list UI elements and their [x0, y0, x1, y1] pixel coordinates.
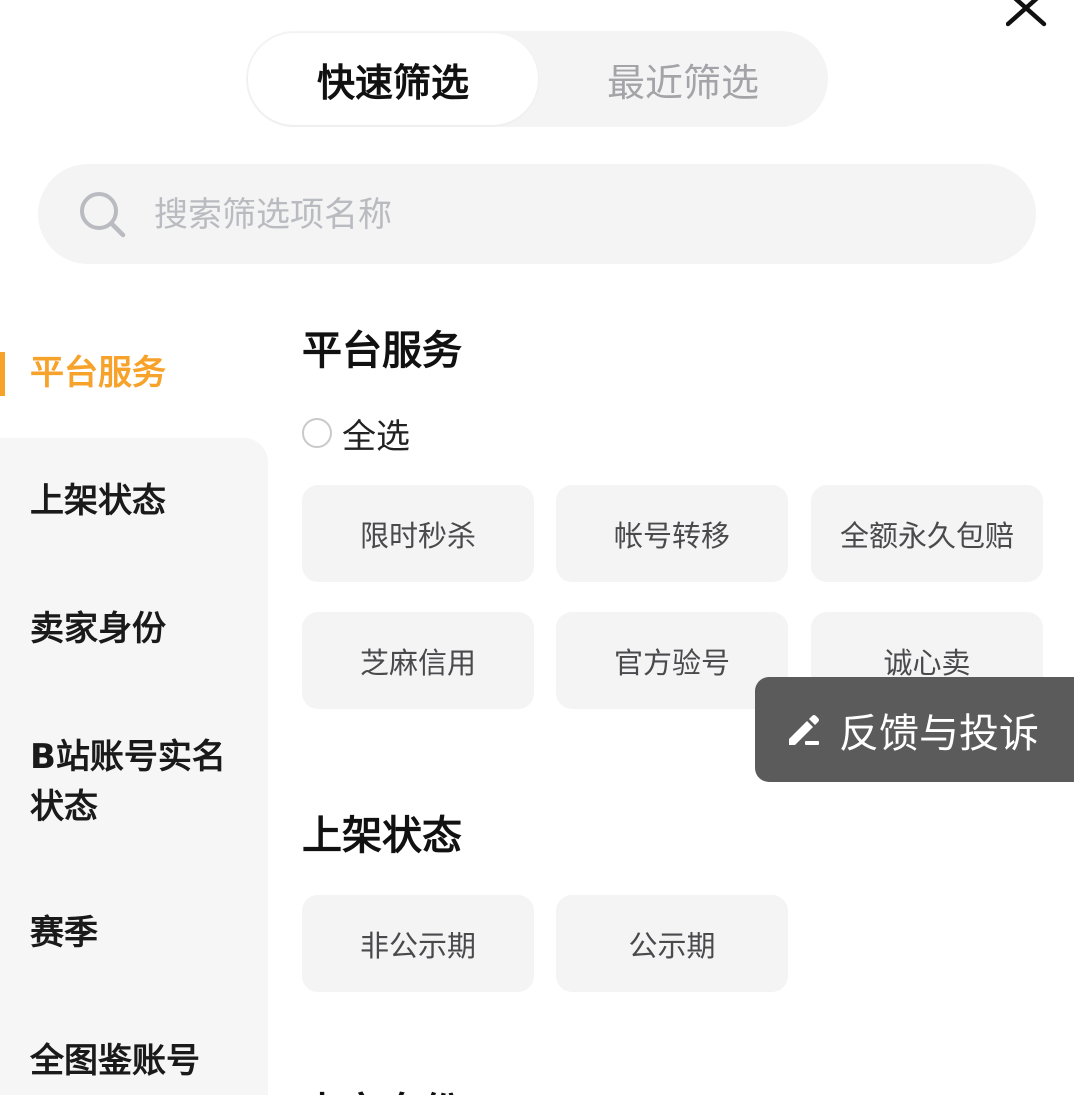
sidebar-item-platform-service[interactable]: 平台服务: [0, 310, 268, 438]
sidebar-item-bilibili-realname[interactable]: B站账号实名状态: [0, 694, 268, 860]
select-all-option[interactable]: 全选: [302, 413, 410, 457]
filter-chip[interactable]: 限时秒杀: [302, 485, 534, 582]
feedback-button[interactable]: 反馈与投诉: [755, 677, 1074, 782]
sidebar-item-label: 上架状态: [30, 481, 166, 521]
filter-chip[interactable]: 官方验号: [556, 612, 788, 709]
search-bar[interactable]: [38, 164, 1036, 266]
filter-chip[interactable]: 帐号转移: [556, 485, 788, 582]
tab-recent-filter[interactable]: 最近筛选: [538, 31, 828, 127]
sidebar-item-label: 赛季: [30, 913, 98, 953]
edit-icon: [789, 715, 819, 745]
active-indicator: [0, 352, 5, 396]
filter-mode-tabs: 快速筛选 最近筛选: [246, 31, 828, 127]
sidebar-item-label: 平台服务: [30, 353, 166, 393]
filter-chip[interactable]: 公示期: [556, 895, 788, 992]
filter-chip[interactable]: 芝麻信用: [302, 612, 534, 709]
feedback-label: 反馈与投诉: [839, 711, 1039, 757]
search-icon: [80, 192, 126, 238]
section-title-platform-service: 平台服务: [302, 328, 462, 374]
tab-quick-filter[interactable]: 快速筛选: [248, 33, 538, 125]
sidebar-item-seller-identity[interactable]: 卖家身份: [0, 566, 268, 694]
sidebar-item-label: 卖家身份: [30, 609, 166, 649]
close-icon: [1006, 0, 1047, 27]
select-all-radio[interactable]: [302, 418, 332, 448]
filter-chip[interactable]: 全额永久包赔: [811, 485, 1043, 582]
sidebar-item-season[interactable]: 赛季: [0, 860, 268, 988]
sidebar-item-label: B站账号实名状态: [30, 737, 226, 827]
close-button[interactable]: [1006, 0, 1058, 36]
section-title-listing-status: 上架状态: [302, 813, 462, 859]
select-all-label: 全选: [342, 416, 410, 457]
filter-panel: 快速筛选 最近筛选 平台服务 上架状态 卖家身份 B站账号实名状态 赛季 全图鉴…: [0, 0, 1074, 1095]
sidebar-item-listing-status[interactable]: 上架状态: [0, 438, 268, 566]
sidebar-item-label: 全图鉴账号: [30, 1041, 200, 1081]
section-title-seller-identity: 卖家身份: [302, 1080, 462, 1095]
category-sidebar: 平台服务 上架状态 卖家身份 B站账号实名状态 赛季 全图鉴账号: [0, 310, 268, 1095]
sidebar-item-full-collection[interactable]: 全图鉴账号: [0, 988, 268, 1095]
filter-chip[interactable]: 非公示期: [302, 895, 534, 992]
search-input[interactable]: [152, 164, 1016, 266]
